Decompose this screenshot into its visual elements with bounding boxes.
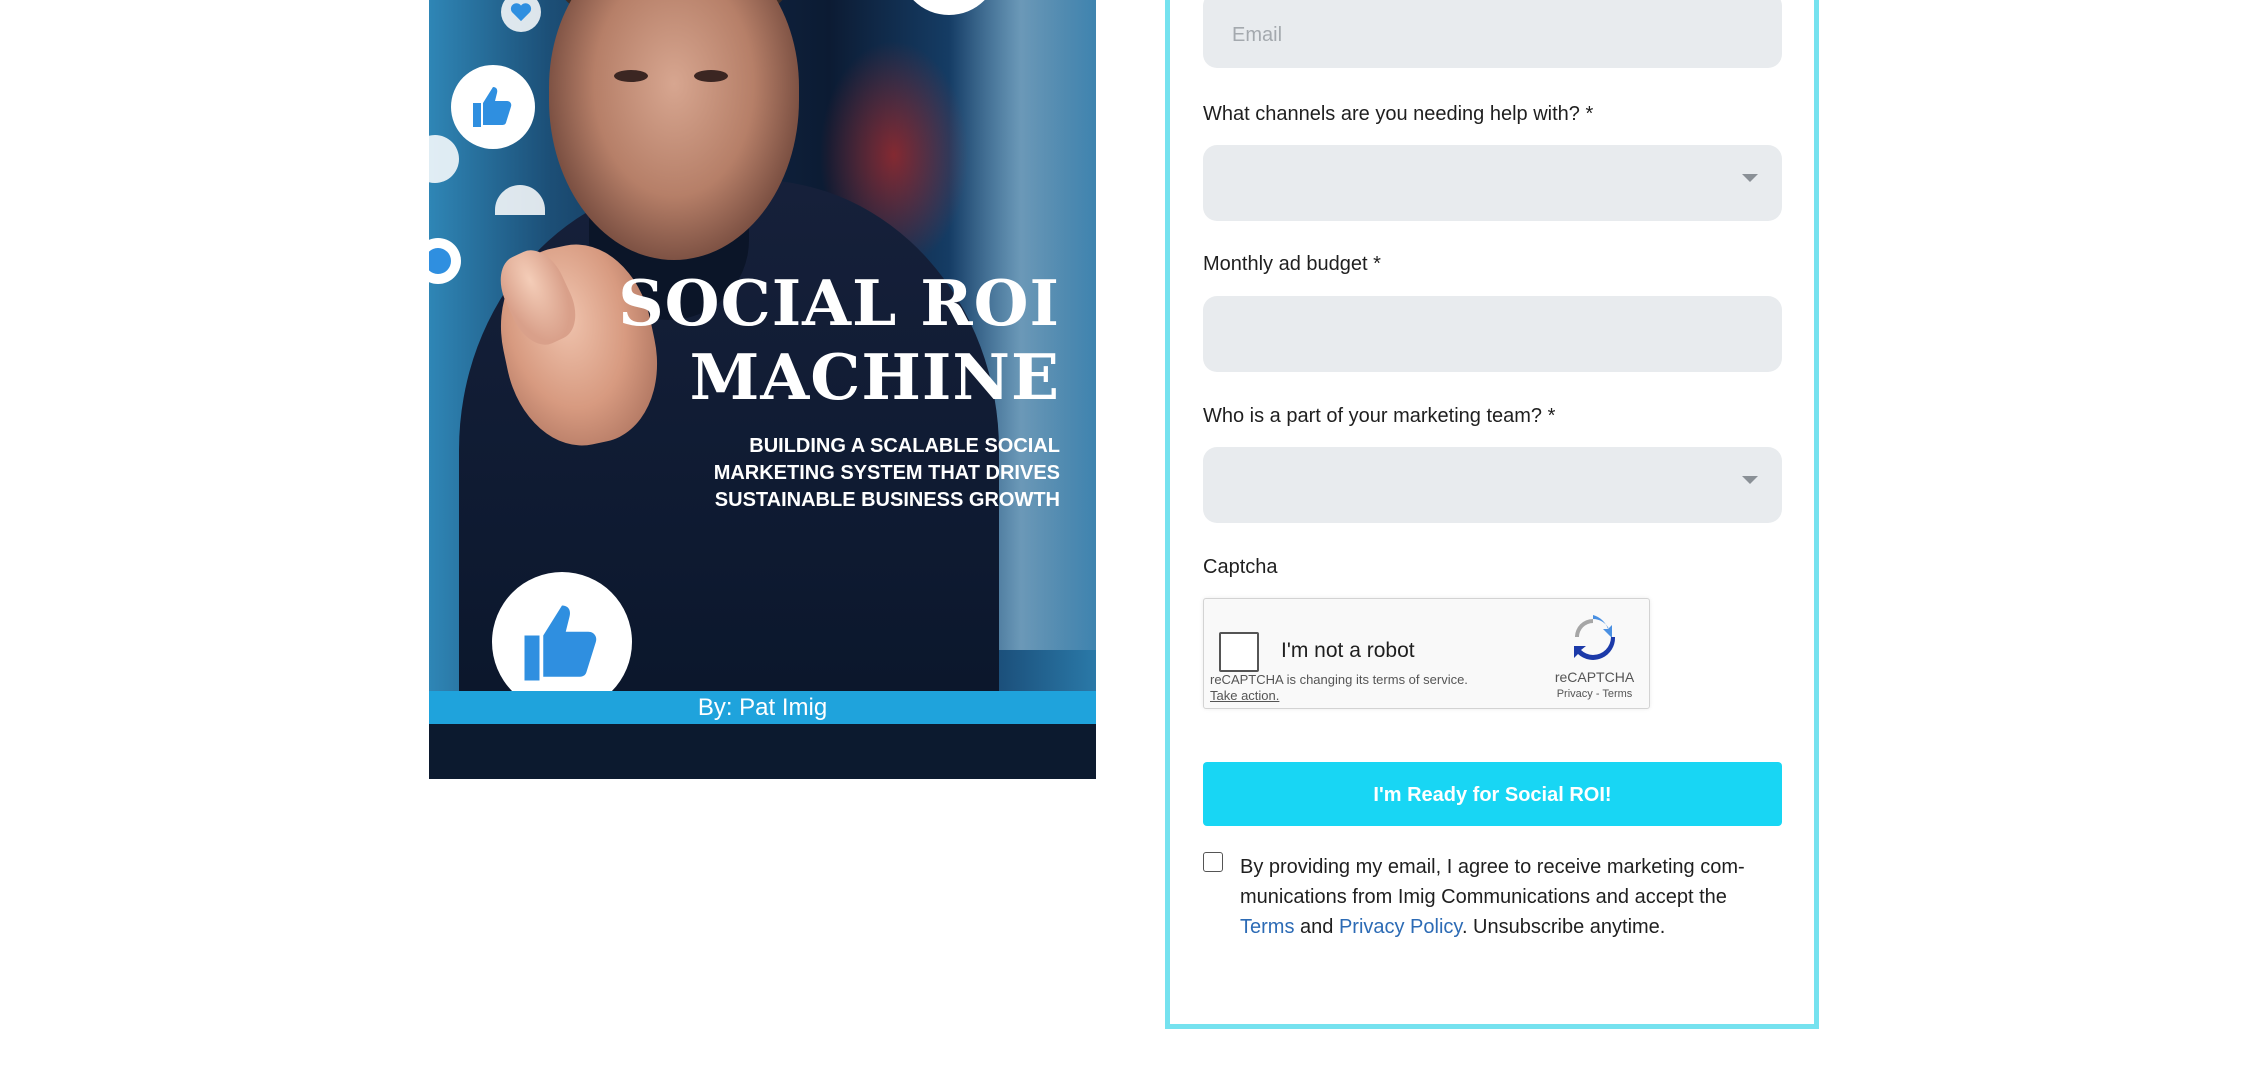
bubble-edge-1	[429, 135, 459, 183]
cover-title-line: SOCIAL ROI	[618, 266, 1060, 340]
recaptcha-checkbox[interactable]	[1219, 632, 1259, 672]
recaptcha-links: Privacy - Terms	[1547, 688, 1642, 700]
cover-title: SOCIAL ROI MACHINE	[618, 266, 1060, 414]
team-select[interactable]	[1203, 447, 1782, 523]
eye-right	[694, 70, 728, 82]
captcha-label: Captcha	[1203, 556, 1278, 578]
email-field[interactable]: Email	[1203, 0, 1782, 68]
eye-left	[614, 70, 648, 82]
cover-subtitle-line: SUSTAINABLE BUSINESS GROWTH	[714, 489, 1060, 511]
budget-label: Monthly ad budget *	[1203, 253, 1381, 275]
recaptcha-widget: I'm not a robot reCAPTCHA is changing it…	[1203, 598, 1650, 709]
chevron-down-icon	[1742, 476, 1758, 484]
cover-byline: By: Pat Imig	[429, 691, 1096, 724]
dot-icon	[429, 248, 451, 274]
recaptcha-separator: -	[1592, 688, 1603, 700]
cover-subtitle-line: BUILDING A SCALABLE SOCIAL	[749, 435, 1060, 457]
heart-bubble	[501, 0, 541, 32]
bubble-partial	[495, 185, 545, 215]
terms-link[interactable]: Terms	[1240, 916, 1294, 938]
heart-icon	[510, 3, 532, 22]
email-placeholder: Email	[1232, 24, 1283, 46]
consent-and: and	[1294, 916, 1339, 938]
submit-button[interactable]: I'm Ready for Social ROI!	[1203, 762, 1782, 826]
recaptcha-checkbox-label: I'm not a robot	[1281, 639, 1415, 662]
recaptcha-take-action-link[interactable]: Take action.	[1210, 688, 1468, 704]
like-bubble-small	[451, 65, 535, 149]
cover-bottom-band	[429, 724, 1096, 779]
recaptcha-notice: reCAPTCHA is changing its terms of servi…	[1210, 672, 1468, 704]
recaptcha-logo-icon	[1574, 615, 1616, 660]
consent-text: By providing my email, I agree to receiv…	[1240, 852, 1780, 942]
budget-input[interactable]	[1203, 296, 1782, 372]
recaptcha-notice-text: reCAPTCHA is changing its terms of servi…	[1210, 672, 1468, 687]
thumbs-up-icon	[473, 87, 512, 127]
team-label: Who is a part of your marketing team? *	[1203, 405, 1556, 427]
cover-subtitle: BUILDING A SCALABLE SOCIAL MARKETING SYS…	[600, 433, 1060, 514]
cover-subtitle-line: MARKETING SYSTEM THAT DRIVES	[713, 462, 1060, 484]
chevron-down-icon	[1742, 174, 1758, 182]
cover-title-line: MACHINE	[689, 340, 1060, 414]
channels-select[interactable]	[1203, 145, 1782, 221]
bubble-edge-2	[429, 238, 461, 284]
consent-text-after: . Unsubscribe anytime.	[1461, 916, 1666, 938]
channels-label: What channels are you needing help with?…	[1203, 103, 1594, 125]
consent-text-before: By providing my email, I agree to receiv…	[1240, 856, 1745, 908]
book-cover: SOCIAL ROI MACHINE BUILDING A SCALABLE S…	[429, 0, 1096, 779]
recaptcha-privacy-link[interactable]: Privacy	[1557, 688, 1593, 700]
privacy-policy-link[interactable]: Privacy Policy	[1339, 916, 1462, 938]
recaptcha-brand: reCAPTCHA	[1554, 669, 1635, 685]
thumbs-up-icon	[524, 605, 597, 681]
recaptcha-terms-link[interactable]: Terms	[1602, 688, 1632, 700]
consent-checkbox[interactable]	[1203, 852, 1223, 872]
